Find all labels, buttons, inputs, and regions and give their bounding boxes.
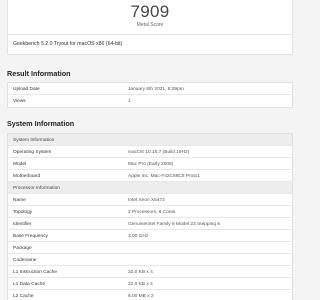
row-value: 3.00 GHz (128, 233, 149, 239)
row-label: Identifier (13, 221, 32, 227)
result-information-heading: Result Information (7, 69, 71, 78)
table-row-motherboard: Motherboard Apple Inc. Mac-F42C88C8 Prot… (8, 170, 292, 182)
row-label: L1 Instruction Cache (13, 269, 57, 275)
benchmark-version: Geekbench 5.2.0 Tryout for macOS x86 (64… (13, 41, 123, 47)
table-row-identifier: Identifier GenuineIntel Family 6 Model 2… (8, 218, 292, 230)
row-label: Package (13, 245, 32, 251)
table-row-codename: Codename (8, 254, 292, 266)
row-label: Base Frequency (13, 233, 48, 239)
page: 7909 Metal Score Geekbench 5.2.0 Tryout … (0, 0, 300, 300)
system-information-table: System Information Operating System macO… (7, 133, 293, 300)
row-value: Apple Inc. Mac-F42C88C8 Proto1 (128, 173, 200, 179)
system-group-header: System Information (8, 134, 292, 146)
row-label: Model (13, 161, 27, 167)
row-label: Name (13, 197, 26, 203)
result-information-table: Upload Date January 6th 2021, 8:29pm Vie… (7, 82, 293, 108)
metal-score-value: 7909 (130, 2, 170, 21)
row-label: Codename (13, 257, 37, 263)
row-value: Mac Pro (Early 2008) (128, 161, 174, 167)
system-information-heading: System Information (7, 119, 75, 128)
processor-group-header: Processor Information (8, 182, 292, 194)
row-value: GenuineIntel Family 6 Model 23 Stepping … (128, 221, 220, 227)
row-value: macOS 10.15.7 (Build 19H2) (128, 149, 190, 155)
row-label: Topology (13, 209, 33, 215)
table-row-name: Name Intel Xeon X5472 (8, 194, 292, 206)
table-row-views: Views 1 (8, 95, 292, 107)
row-label: Views (13, 98, 26, 104)
row-value: 6.00 MB x 2 (128, 293, 154, 299)
table-row-l1-instruction-cache: L1 Instruction Cache 32.0 KB x 4 (8, 266, 292, 278)
row-value: 1 (128, 98, 131, 104)
row-label: Upload Date (13, 86, 40, 92)
score-card: 7909 Metal Score Geekbench 5.2.0 Tryout … (7, 0, 293, 55)
row-value: 2 Processors, 8 Cores (128, 209, 176, 215)
table-row-base-frequency: Base Frequency 3.00 GHz (8, 230, 292, 242)
table-row-l1-data-cache: L1 Data Cache 32.0 KB x 4 (8, 278, 292, 290)
table-row-upload-date: Upload Date January 6th 2021, 8:29pm (8, 83, 292, 95)
group-header-label: System Information (13, 137, 55, 143)
row-value: January 6th 2021, 8:29pm (128, 86, 184, 92)
metal-score-label: Metal Score (136, 22, 164, 28)
table-row-topology: Topology 2 Processors, 8 Cores (8, 206, 292, 218)
row-value: 32.0 KB x 4 (128, 269, 153, 275)
row-label: Operating System (13, 149, 52, 155)
table-row-model: Model Mac Pro (Early 2008) (8, 158, 292, 170)
row-label: L2 Cache (13, 293, 34, 299)
row-value: 32.0 KB x 4 (128, 281, 153, 287)
group-header-label: Processor Information (13, 185, 60, 191)
score-divider (8, 34, 292, 35)
row-label: L1 Data Cache (13, 281, 45, 287)
table-row-l2-cache: L2 Cache 6.00 MB x 2 (8, 290, 292, 300)
row-value: Intel Xeon X5472 (128, 197, 165, 203)
table-row-operating-system: Operating System macOS 10.15.7 (Build 19… (8, 146, 292, 158)
table-row-package: Package (8, 242, 292, 254)
row-label: Motherboard (13, 173, 41, 179)
